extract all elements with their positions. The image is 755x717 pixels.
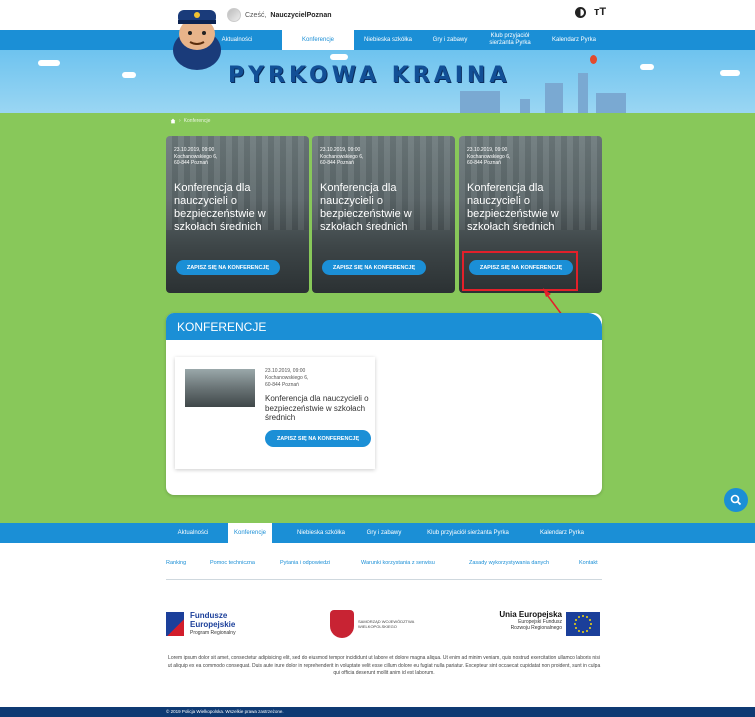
username: NauczycielPoznan — [270, 11, 332, 19]
eu-flag-icon — [566, 612, 600, 636]
city-silhouette — [596, 93, 626, 113]
item-meta: 23.10.2019, 09:00 Kochanowskiego 6, 60-8… — [265, 368, 308, 389]
search-icon — [730, 494, 742, 506]
register-button[interactable]: ZAPISZ SIĘ NA KONFERENCJĘ — [265, 430, 371, 447]
cloud-icon — [122, 72, 136, 78]
balloon-icon — [590, 55, 597, 64]
copyright-bar: © 2019 Policja Wielkopolska. Wszelkie pr… — [0, 707, 755, 717]
footer-nav-gry-i-zabawy[interactable]: Gry i zabawy — [358, 523, 410, 543]
fe-line1: Fundusze — [190, 611, 228, 620]
crest-line2: WIELKOPOLSKIEGO — [358, 624, 397, 629]
link-kontakt[interactable]: Kontakt — [579, 560, 598, 566]
section-heading: KONFERENCJE — [166, 313, 602, 340]
conference-list-item[interactable]: 23.10.2019, 09:00 Kochanowskiego 6, 60-8… — [175, 357, 375, 469]
card-city: 60-844 Poznań — [320, 160, 354, 166]
conferences-section: KONFERENCJE 23.10.2019, 09:00 Kochanowsk… — [166, 313, 602, 495]
card-meta: 23.10.2019, 09:00 Kochanowskiego 6, 60-8… — [320, 147, 363, 167]
hero-banner: PYRKOWA KRAINA — [0, 50, 755, 113]
city-silhouette — [545, 83, 563, 113]
user-greeting[interactable]: Cześć, NauczycielPoznan — [227, 8, 331, 22]
font-size-icon[interactable]: ᴛT — [594, 7, 606, 18]
eu-line2: Rozwoju Regionalnego — [510, 625, 562, 631]
item-title[interactable]: Konferencja dla nauczycieli o bezpieczeń… — [265, 394, 373, 423]
item-date: 23.10.2019, 09:00 — [265, 368, 306, 374]
search-button[interactable] — [724, 488, 748, 512]
accessibility-tools: ᴛT — [575, 7, 606, 18]
funding-logos: Fundusze Europejskie Program Regionalny … — [166, 608, 602, 648]
footer-nav-aktualnosci[interactable]: Aktualności — [166, 523, 220, 543]
card-city: 60-844 Poznań — [467, 160, 501, 166]
card-meta: 23.10.2019, 09:00 Kochanowskiego 6, 60-8… — [467, 147, 510, 167]
fe-subtitle: Program Regionalny — [190, 630, 236, 636]
top-bar: Cześć, NauczycielPoznan ᴛT — [0, 0, 755, 30]
nav-item-gry-i-zabawy[interactable]: Gry i zabawy — [420, 30, 480, 50]
card-title[interactable]: Konferencja dla nauczycieli o bezpieczeń… — [320, 182, 450, 234]
breadcrumb-separator: › — [179, 118, 181, 124]
breadcrumb: › Konferencje — [170, 118, 210, 124]
link-zasady[interactable]: Zasady wykorzystywania danych — [469, 560, 549, 566]
crest-text: SAMORZĄD WOJEWÓDZTWA WIELKOPOLSKIEGO — [358, 619, 414, 629]
item-street: Kochanowskiego 6, — [265, 375, 309, 381]
cloud-icon — [330, 54, 348, 60]
register-button[interactable]: ZAPISZ SIĘ NA KONFERENCJĘ — [176, 260, 280, 275]
footer-nav: Aktualności Konferencje Niebieska szkółk… — [0, 523, 755, 543]
avatar — [227, 8, 241, 22]
link-warunki[interactable]: Warunki korzystania z serwisu — [361, 560, 435, 566]
fundusze-europejskie-logo-icon — [166, 612, 184, 636]
crest-icon — [330, 610, 354, 638]
site-logo-text[interactable]: PYRKOWA KRAINA — [228, 63, 510, 88]
footer-nav-kalendarz-pyrka[interactable]: Kalendarz Pyrka — [530, 523, 594, 543]
footer-nav-konferencje[interactable]: Konferencje — [228, 523, 272, 543]
footer-links: Ranking Pomoc techniczna Pytania i odpow… — [166, 560, 602, 580]
card-title[interactable]: Konferencja dla nauczycieli o bezpieczeń… — [174, 182, 304, 234]
conference-card[interactable]: 23.10.2019, 09:00 Kochanowskiego 6, 60-8… — [312, 136, 455, 293]
city-silhouette — [460, 91, 500, 113]
card-meta: 23.10.2019, 09:00 Kochanowskiego 6, 60-8… — [174, 147, 217, 167]
cloud-icon — [38, 60, 60, 66]
nav-item-klub-przyjaciol[interactable]: Klub przyjaciół sierżanta Pyrka — [482, 30, 538, 50]
eu-title: Unia Europejska — [499, 610, 562, 619]
conference-card[interactable]: 23.10.2019, 09:00 Kochanowskiego 6, 60-8… — [166, 136, 309, 293]
main-nav: Aktualności Konferencje Niebieska szkółk… — [0, 30, 755, 50]
card-date: 23.10.2019, 09:00 — [174, 147, 215, 153]
nav-item-kalendarz-pyrka[interactable]: Kalendarz Pyrka — [540, 30, 608, 50]
footer-description: Lorem ipsum dolor sit amet, consectetur … — [167, 655, 601, 676]
breadcrumb-current: Konferencje — [183, 118, 211, 124]
card-city: 60-844 Poznań — [174, 160, 208, 166]
item-city: 60-844 Poznań — [265, 382, 299, 388]
card-date: 23.10.2019, 09:00 — [467, 147, 508, 153]
fe-logo-text: Fundusze Europejskie — [190, 611, 235, 629]
footer-nav-klub-przyjaciol[interactable]: Klub przyjaciół sierżanta Pyrka — [416, 523, 520, 543]
link-ranking[interactable]: Ranking — [166, 560, 186, 566]
conference-photo — [185, 369, 255, 407]
contrast-icon[interactable] — [575, 7, 586, 18]
home-icon[interactable] — [170, 118, 176, 124]
link-pomoc-techniczna[interactable]: Pomoc techniczna — [210, 560, 255, 566]
link-pytania[interactable]: Pytania i odpowiedzi — [280, 560, 330, 566]
card-date: 23.10.2019, 09:00 — [320, 147, 361, 153]
footer-nav-niebieska-szkolka[interactable]: Niebieska szkółka — [290, 523, 352, 543]
card-title[interactable]: Konferencja dla nauczycieli o bezpieczeń… — [467, 182, 597, 234]
highlight-box — [462, 251, 578, 291]
nav-item-konferencje[interactable]: Konferencje — [282, 30, 354, 50]
cloud-icon — [720, 70, 740, 76]
nav-item-niebieska-szkolka[interactable]: Niebieska szkółka — [356, 30, 420, 50]
city-silhouette — [520, 99, 530, 113]
police-mascot-icon — [173, 10, 221, 70]
eu-text: Unia Europejska Europejski Fundusz Rozwo… — [476, 610, 562, 631]
greeting-label: Cześć, — [245, 11, 267, 19]
register-button[interactable]: ZAPISZ SIĘ NA KONFERENCJĘ — [322, 260, 426, 275]
fe-line2: Europejskie — [190, 620, 236, 629]
cloud-icon — [640, 64, 654, 70]
city-silhouette — [578, 73, 588, 113]
